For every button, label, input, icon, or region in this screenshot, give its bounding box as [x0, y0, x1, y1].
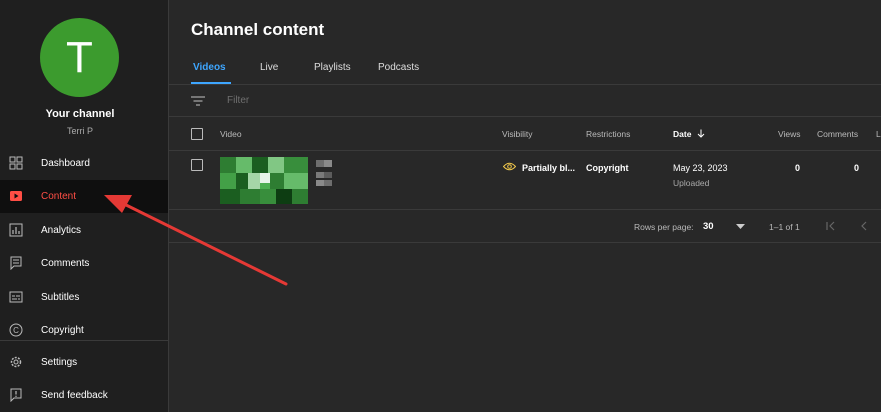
svg-text:C: C	[13, 326, 19, 335]
tab-videos[interactable]: Videos	[193, 62, 226, 73]
rows-per-page-select[interactable]: 30	[703, 221, 714, 232]
date-status: Uploaded	[673, 178, 710, 188]
sidebar-item-send-feedback[interactable]: Send feedback	[0, 379, 168, 412]
comments-value: 0	[854, 163, 860, 173]
rows-per-page-label: Rows per page:	[634, 222, 694, 232]
sidebar-item-label: Comments	[41, 258, 90, 269]
comments-icon	[10, 256, 22, 270]
header-likes[interactable]: L	[876, 129, 881, 139]
page-title: Channel content	[191, 20, 325, 39]
sidebar-item-label: Dashboard	[41, 158, 90, 169]
previous-page-icon[interactable]	[860, 221, 868, 231]
video-thumbnail[interactable]	[220, 157, 308, 204]
date-value: May 23, 2023	[673, 163, 728, 173]
sidebar: T Your channel Terri P Dashboard Content…	[0, 0, 169, 412]
header-date-label: Date	[673, 129, 692, 139]
header-comments[interactable]: Comments	[817, 129, 858, 139]
gear-icon	[10, 356, 22, 368]
row-divider	[169, 209, 881, 210]
sidebar-item-label: Content	[41, 191, 77, 202]
subtitles-icon	[9, 291, 23, 303]
sidebar-item-label: Subtitles	[41, 292, 80, 303]
sidebar-divider	[0, 340, 168, 341]
select-all-checkbox[interactable]	[191, 128, 203, 140]
feedback-icon	[10, 388, 22, 402]
header-divider	[169, 150, 881, 151]
chevron-down-icon[interactable]	[736, 224, 745, 230]
pagination-divider	[169, 242, 881, 243]
tab-podcasts[interactable]: Podcasts	[378, 62, 419, 73]
views-value: 0	[795, 163, 801, 173]
sidebar-item-subtitles[interactable]: Subtitles	[0, 281, 168, 314]
tab-live[interactable]: Live	[260, 62, 278, 73]
pagination-range: 1–1 of 1	[769, 222, 800, 232]
redacted-title	[316, 160, 332, 186]
sidebar-item-label: Analytics	[41, 225, 82, 236]
restrictions-value[interactable]: Copyright	[586, 163, 629, 173]
sidebar-item-settings[interactable]: Settings	[0, 346, 168, 379]
avatar[interactable]: T	[40, 18, 119, 97]
header-visibility[interactable]: Visibility	[502, 129, 533, 139]
row-checkbox[interactable]	[191, 159, 203, 171]
tabs-divider	[169, 84, 881, 85]
sidebar-item-content[interactable]: Content	[0, 180, 168, 213]
content-icon	[10, 191, 22, 201]
filter-divider	[169, 116, 881, 117]
sidebar-item-label: Copyright	[41, 325, 84, 336]
filter-input[interactable]: Filter	[227, 95, 249, 106]
copyright-icon: C	[9, 323, 23, 337]
header-date[interactable]: Date	[673, 129, 705, 139]
channel-title: Your channel	[45, 108, 115, 120]
analytics-icon	[9, 223, 23, 237]
header-restrictions[interactable]: Restrictions	[586, 129, 630, 139]
dashboard-icon	[9, 156, 23, 170]
header-video[interactable]: Video	[220, 129, 242, 139]
channel-user: Terri P	[66, 126, 93, 136]
avatar-letter: T	[66, 32, 93, 82]
header-views[interactable]: Views	[778, 129, 801, 139]
sidebar-item-label: Send feedback	[41, 390, 108, 401]
main-content: Channel content Videos Live Playlists Po…	[169, 0, 881, 412]
first-page-icon[interactable]	[826, 221, 837, 231]
visibility-value[interactable]: Partially bl...	[522, 163, 575, 173]
sidebar-item-dashboard[interactable]: Dashboard	[0, 147, 168, 180]
eye-icon	[503, 162, 516, 171]
sidebar-item-label: Settings	[41, 357, 78, 368]
sidebar-item-comments[interactable]: Comments	[0, 247, 168, 280]
filter-icon[interactable]	[191, 96, 205, 106]
sidebar-item-analytics[interactable]: Analytics	[0, 214, 168, 247]
tab-playlists[interactable]: Playlists	[314, 62, 351, 73]
arrow-down-icon	[697, 129, 705, 138]
sidebar-item-copyright[interactable]: C Copyright	[0, 314, 168, 347]
